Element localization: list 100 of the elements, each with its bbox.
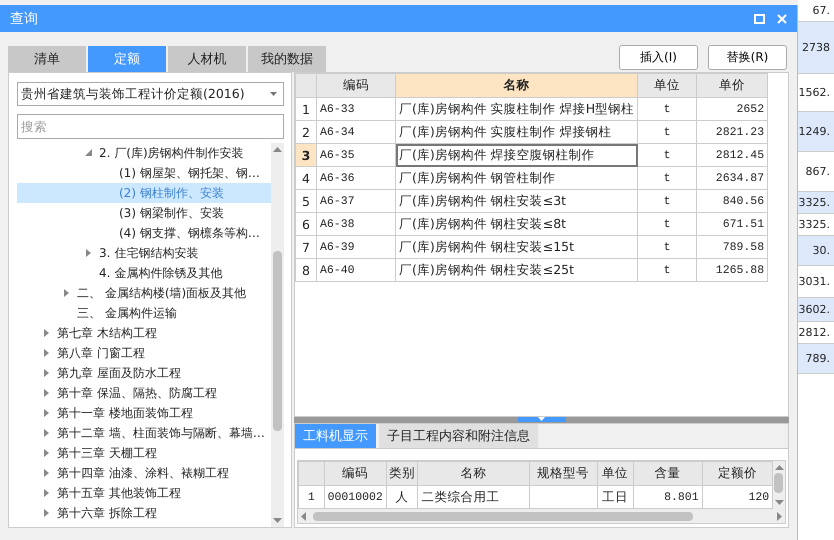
table-cell: 2652 bbox=[696, 98, 768, 120]
column-header[interactable]: 名称 bbox=[418, 462, 529, 486]
table-cell: 2634.87 bbox=[696, 166, 768, 190]
close-icon[interactable] bbox=[777, 14, 787, 24]
table-cell: t bbox=[638, 144, 697, 166]
tree-item[interactable]: (4) 钢支撑、钢檩条等构… bbox=[17, 223, 271, 243]
expand-caret-icon bbox=[43, 409, 50, 417]
expand-caret-icon bbox=[43, 389, 50, 397]
expand-caret-icon bbox=[63, 289, 70, 297]
table-row[interactable]: 5 A6-37 厂(库)房钢构件 钢柱安装≤3t t 840.56 bbox=[296, 190, 768, 212]
column-header[interactable]: 规格型号 bbox=[529, 462, 598, 486]
replace-button[interactable]: 替换(R) bbox=[708, 44, 787, 70]
scroll-left-icon[interactable] bbox=[301, 512, 306, 520]
table-cell: 厂(库)房钢构件 钢柱安装≤8t bbox=[396, 212, 638, 236]
dropdown-caret-icon bbox=[270, 92, 277, 96]
maximize-icon[interactable] bbox=[754, 14, 765, 24]
table-cell: 厂(库)房钢构件 实腹柱制作 焊接钢柱 bbox=[396, 120, 638, 144]
tree-item[interactable]: 第七章 木结构工程 bbox=[17, 323, 271, 343]
table-row[interactable]: 3 A6-35 厂(库)房钢构件 焊接空腹钢柱制作 t 2812.45 bbox=[296, 144, 768, 166]
table-row[interactable]: 1 A6-33 厂(库)房钢构件 实腹柱制作 焊接H型钢柱 t 2652 bbox=[296, 98, 768, 120]
tree-item[interactable]: 第十章 保温、隔热、防腐工程 bbox=[17, 383, 271, 403]
expand-caret-icon bbox=[43, 369, 50, 377]
table-row[interactable]: 4 A6-36 厂(库)房钢构件 钢管柱制作 t 2634.87 bbox=[296, 166, 768, 190]
scroll-down-icon[interactable] bbox=[774, 500, 784, 505]
tab[interactable]: 清单 bbox=[8, 46, 86, 72]
table-cell: 2821.23 bbox=[696, 120, 768, 144]
tree-item[interactable]: 2. 厂(库)房钢构件制作安装 bbox=[17, 143, 271, 163]
row-number: 5 bbox=[296, 190, 316, 212]
scroll-right-icon[interactable] bbox=[777, 512, 782, 520]
table-row[interactable]: 6 A6-38 厂(库)房钢构件 钢柱安装≤8t t 671.51 bbox=[296, 212, 768, 236]
column-header[interactable]: 单价 bbox=[696, 74, 768, 98]
column-header[interactable]: 类别 bbox=[386, 462, 418, 486]
table-cell: 2738 bbox=[798, 22, 834, 74]
column-header[interactable]: 名称 bbox=[396, 74, 638, 98]
tree-item[interactable]: 第八章 门窗工程 bbox=[17, 343, 271, 363]
table-cell: 厂(库)房钢构件 钢柱安装≤3t bbox=[396, 190, 638, 212]
tree-item[interactable]: 3. 住宅钢结构安装 bbox=[17, 243, 271, 263]
expand-caret-icon bbox=[85, 249, 92, 257]
table-cell: 厂(库)房钢构件 钢柱安装≤25t bbox=[396, 258, 638, 282]
table-cell: A6-39 bbox=[316, 236, 396, 258]
table-row[interactable]: 7 A6-39 厂(库)房钢构件 钢柱安装≤15t t 789.58 bbox=[296, 236, 768, 258]
column-header[interactable]: 定额价 bbox=[702, 462, 773, 486]
tree-item[interactable]: 第十六章 拆除工程 bbox=[17, 503, 271, 523]
table-cell: 3602. bbox=[798, 298, 834, 322]
table-row[interactable]: 8 A6-40 厂(库)房钢构件 钢柱安装≤25t t 1265.88 bbox=[296, 258, 768, 282]
table-row[interactable]: 2 A6-34 厂(库)房钢构件 实腹柱制作 焊接钢柱 t 2821.23 bbox=[296, 120, 768, 144]
table-cell: 30. bbox=[798, 236, 834, 266]
table-cell: t bbox=[638, 190, 697, 212]
table-cell: 厂(库)房钢构件 钢管柱制作 bbox=[396, 166, 638, 190]
expand-caret-icon bbox=[43, 449, 50, 457]
tree-item[interactable]: 第九章 屋面及防水工程 bbox=[17, 363, 271, 383]
tree-item[interactable]: 第十五章 其他装饰工程 bbox=[17, 483, 271, 503]
tab[interactable]: 子目工程内容和附注信息 bbox=[379, 424, 538, 448]
column-header[interactable]: 单位 bbox=[638, 74, 697, 98]
row-number: 6 bbox=[296, 212, 316, 236]
table-cell: A6-34 bbox=[316, 120, 396, 144]
tree-item[interactable]: 第十三章 天棚工程 bbox=[17, 443, 271, 463]
scroll-down-icon[interactable] bbox=[273, 518, 282, 523]
insert-button[interactable]: 插入(I) bbox=[619, 44, 698, 70]
table-cell: 厂(库)房钢构件 焊接空腹钢柱制作 bbox=[396, 144, 638, 166]
scrollbar[interactable] bbox=[271, 143, 284, 527]
tree-item[interactable]: 三、 金属构件运输 bbox=[17, 303, 271, 323]
table-cell: 789. bbox=[798, 344, 834, 374]
search-field[interactable]: 搜索 bbox=[17, 114, 284, 139]
row-number: 8 bbox=[296, 258, 316, 282]
table-cell: 671.51 bbox=[696, 212, 768, 236]
table-cell: t bbox=[638, 166, 697, 190]
table-cell: t bbox=[638, 236, 697, 258]
scroll-up-icon[interactable] bbox=[774, 465, 784, 470]
tree-item[interactable]: 第十四章 油漆、涂料、裱糊工程 bbox=[17, 463, 271, 483]
column-header[interactable]: 编码 bbox=[324, 462, 386, 486]
tree-item[interactable]: 二、 金属结构楼(墙)面板及其他 bbox=[17, 283, 271, 303]
tree-item[interactable]: 4. 金属构件除锈及其他 bbox=[17, 263, 271, 283]
table-cell: A6-37 bbox=[316, 190, 396, 212]
tab[interactable]: 我的数据 bbox=[248, 46, 326, 72]
window-title: 查询 bbox=[10, 10, 38, 28]
collapse-arrow-icon[interactable] bbox=[538, 417, 545, 421]
table-cell: 840.56 bbox=[696, 190, 768, 212]
table-cell: A6-38 bbox=[316, 212, 396, 236]
scrollbar[interactable] bbox=[298, 509, 785, 523]
library-dropdown[interactable]: 贵州省建筑与装饰工程计价定额(2016) bbox=[17, 82, 284, 106]
table-cell: 1249. bbox=[798, 112, 834, 152]
tree-item[interactable]: (1) 钢屋架、钢托架、钢… bbox=[17, 163, 271, 183]
tree-item[interactable]: (3) 钢梁制作、安装 bbox=[17, 203, 271, 223]
scrollbar[interactable] bbox=[773, 461, 785, 509]
column-header[interactable]: 编码 bbox=[316, 74, 396, 98]
row-number: 4 bbox=[296, 166, 316, 190]
tree-item[interactable]: 第十一章 楼地面装饰工程 bbox=[17, 403, 271, 423]
tree-item[interactable]: 第十二章 墙、柱面装饰与隔断、幕墙… bbox=[17, 423, 271, 443]
table-cell: 1265.88 bbox=[696, 258, 768, 282]
table-cell: 2812.45 bbox=[696, 144, 768, 166]
scroll-up-icon[interactable] bbox=[273, 147, 282, 152]
table-cell: A6-35 bbox=[316, 144, 396, 166]
expand-caret-icon bbox=[43, 509, 50, 517]
column-header[interactable]: 单位 bbox=[597, 462, 634, 486]
table-cell: 789.58 bbox=[696, 236, 768, 258]
table-cell: 厂(库)房钢构件 钢柱安装≤15t bbox=[396, 236, 638, 258]
table-cell: A6-33 bbox=[316, 98, 396, 120]
tab[interactable]: 人材机 bbox=[168, 46, 246, 72]
column-header[interactable]: 含量 bbox=[633, 462, 702, 486]
